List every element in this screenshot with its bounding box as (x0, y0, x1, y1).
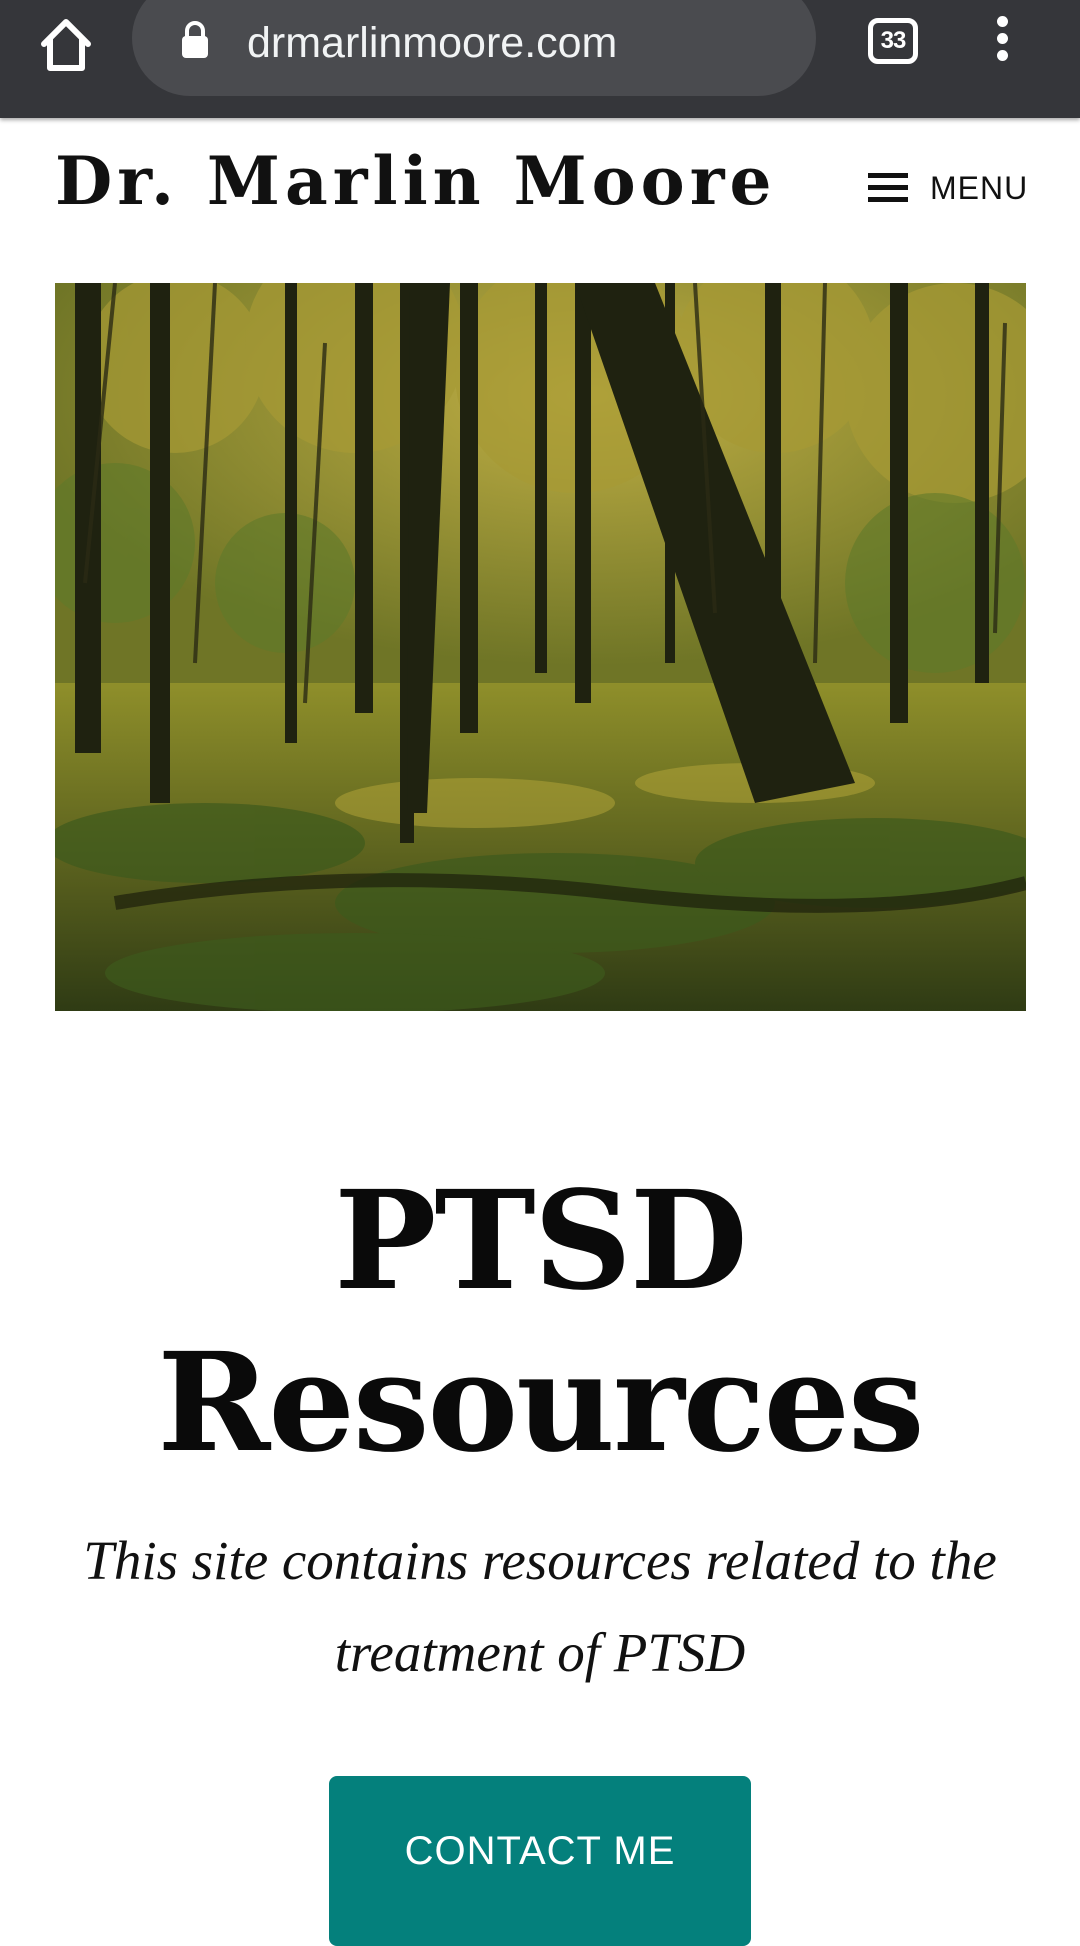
hamburger-icon (868, 173, 908, 203)
browser-toolbar: drmarlinmoore.com 33 (0, 0, 1080, 118)
tab-switcher-button[interactable]: 33 (868, 18, 918, 64)
address-bar[interactable]: drmarlinmoore.com (132, 0, 816, 96)
page-title-line-1: PTSD (334, 1161, 748, 1321)
page-title-line-2: Resources (157, 1323, 924, 1483)
menu-button[interactable]: MENU (868, 166, 1028, 210)
url-text[interactable]: drmarlinmoore.com (247, 18, 617, 68)
site-title[interactable]: Dr. Marlin Moore (55, 138, 776, 224)
lock-icon (180, 20, 210, 60)
home-icon[interactable] (36, 14, 96, 74)
hero-forest-image (55, 283, 1026, 1011)
kebab-menu-icon[interactable] (986, 16, 1018, 66)
page-title: PTSD Resources (0, 1160, 1080, 1484)
contact-me-button[interactable]: CONTACT ME (329, 1776, 751, 1946)
menu-label: MENU (930, 169, 1029, 206)
tagline: This site contains resources related to … (83, 1530, 997, 1683)
